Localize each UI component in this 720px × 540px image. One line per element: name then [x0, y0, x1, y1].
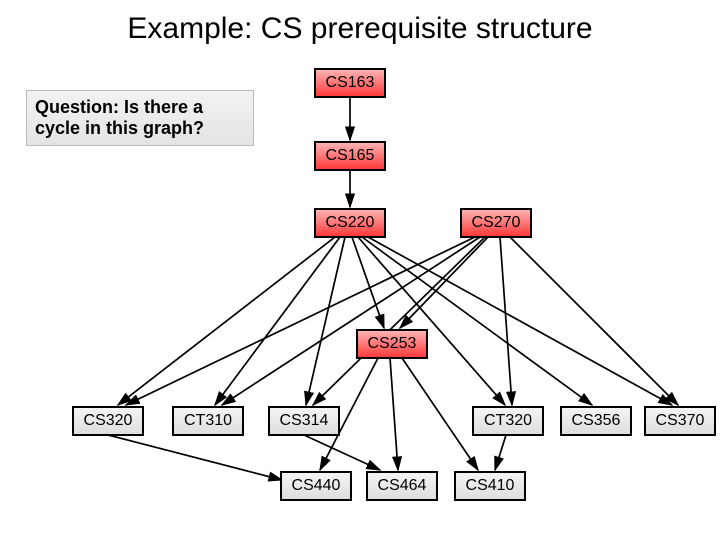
node-label: CS270: [472, 214, 521, 231]
node-cs370: CS370: [644, 406, 716, 436]
node-label: CS440: [292, 477, 341, 494]
node-label: CS220: [326, 214, 375, 231]
node-label: CS163: [326, 74, 375, 91]
node-cs314: CS314: [268, 406, 340, 436]
node-label: CS165: [326, 147, 375, 164]
node-cs220: CS220: [314, 208, 386, 238]
node-label: CS356: [572, 412, 621, 429]
node-cs464: CS464: [366, 471, 438, 501]
node-cs163: CS163: [314, 68, 386, 98]
node-label: CT320: [484, 412, 532, 429]
node-label: CS464: [378, 477, 427, 494]
question-box: Question: Is there a cycle in this graph…: [26, 90, 254, 146]
node-cs440: CS440: [280, 471, 352, 501]
node-label: CS314: [280, 412, 329, 429]
node-ct320: CT320: [472, 406, 544, 436]
node-cs410: CS410: [454, 471, 526, 501]
node-label: CS320: [84, 412, 133, 429]
node-cs356: CS356: [560, 406, 632, 436]
node-cs165: CS165: [314, 141, 386, 171]
node-label: CT310: [184, 412, 232, 429]
node-cs270: CS270: [460, 208, 532, 238]
node-cs320: CS320: [72, 406, 144, 436]
node-label: CS253: [368, 335, 417, 352]
node-label: CS370: [656, 412, 705, 429]
node-ct310: CT310: [172, 406, 244, 436]
node-cs253: CS253: [356, 329, 428, 359]
page-title: Example: CS prerequisite structure: [0, 12, 720, 46]
node-label: CS410: [466, 477, 515, 494]
